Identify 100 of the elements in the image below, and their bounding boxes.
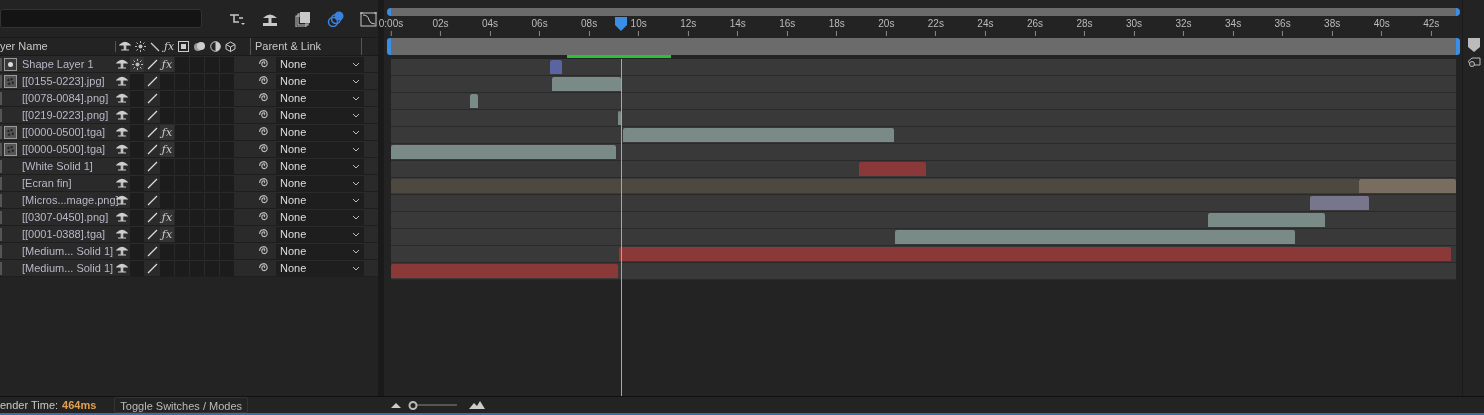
layer-name[interactable]: [[0078-0084].png] <box>17 89 115 107</box>
quality-slash-icon <box>146 92 158 104</box>
parent-dropdown[interactable]: None <box>276 141 364 157</box>
toggle-modes-button[interactable]: Toggle Switches / Modes <box>114 397 249 413</box>
layer-name[interactable]: Shape Layer 1 <box>17 55 115 73</box>
spiral-icon <box>258 160 270 172</box>
playhead-handle-icon[interactable] <box>614 17 627 31</box>
chevron-down-icon <box>352 214 360 220</box>
time-label: 24s <box>977 17 994 31</box>
time-label: 32s <box>1175 17 1192 31</box>
switch-cell[interactable] <box>175 56 189 72</box>
zoom-in-icon[interactable] <box>469 401 486 409</box>
quality-slash-icon <box>146 160 158 172</box>
quality-slash-icon <box>146 143 158 155</box>
time-label: 16s <box>779 17 796 31</box>
toolbar-button[interactable] <box>359 9 378 28</box>
layer-name[interactable]: [[0000-0500].tga] <box>17 123 115 141</box>
shy-icon <box>116 58 128 70</box>
fx-switch[interactable]: ƒx <box>160 56 174 72</box>
parent-dropdown[interactable]: None <box>276 124 364 140</box>
fx-switch[interactable]: ƒx <box>160 209 174 225</box>
flowchart-icon <box>229 11 246 26</box>
quality-slash-icon <box>146 228 158 240</box>
fx-switch[interactable]: ƒx <box>160 124 174 140</box>
layer-name[interactable]: [[0000-0500].tga] <box>17 140 115 158</box>
film-frames-icon <box>295 10 311 27</box>
slider-thumb[interactable] <box>408 400 418 410</box>
layer-duration-bar[interactable] <box>617 111 622 125</box>
sun-icon <box>131 58 143 70</box>
time-label: 04s <box>482 17 499 31</box>
blur-icon <box>193 41 207 52</box>
spiral-icon <box>258 211 270 223</box>
quality-slash-icon <box>146 75 158 87</box>
quality-slash-icon <box>146 245 158 257</box>
parent-link-header: Parent & Link <box>250 38 362 55</box>
parent-dropdown[interactable]: None <box>276 175 364 191</box>
layer-name[interactable]: [[0001-0388].tga] <box>17 225 115 243</box>
layer-name[interactable]: [Medium... Solid 1] <box>17 242 115 260</box>
fx-switch[interactable]: ƒx <box>160 141 174 157</box>
sun-icon <box>135 41 146 52</box>
quality-slash-icon <box>146 109 158 121</box>
shy-icon <box>116 109 128 121</box>
chevron-down-icon <box>352 231 360 237</box>
collapse-switch[interactable] <box>130 56 144 72</box>
spiral-icon <box>258 245 270 257</box>
spiral-icon <box>258 262 270 274</box>
adjustment-icon <box>210 41 222 52</box>
layer-name[interactable]: [White Solid 1] <box>17 157 115 175</box>
layer-name[interactable]: [[0219-0223].png] <box>17 106 115 124</box>
zoom-slider[interactable] <box>409 400 458 410</box>
layer-duration-bar[interactable] <box>549 60 562 74</box>
fx-switch[interactable]: ƒx <box>160 226 174 242</box>
chevron-down-icon <box>352 180 360 186</box>
zoom-out-icon[interactable] <box>391 402 402 408</box>
parent-dropdown[interactable]: None <box>276 56 364 72</box>
layer-name-header: yer Name <box>0 39 49 55</box>
parent-dropdown[interactable]: None <box>276 209 364 225</box>
parent-dropdown[interactable]: None <box>276 158 364 174</box>
layer-name[interactable]: [[0307-0450].png] <box>17 208 115 226</box>
time-label: 14s <box>729 17 746 31</box>
time-label: 02s <box>432 17 449 31</box>
parent-dropdown[interactable]: None <box>276 107 364 123</box>
chevron-down-icon <box>352 112 360 118</box>
shy-icon <box>119 41 131 52</box>
search-field[interactable] <box>0 9 203 28</box>
chevron-down-icon <box>352 248 360 254</box>
shy-icon <box>116 245 128 257</box>
toolbar-button[interactable] <box>326 9 346 28</box>
time-label: 12s <box>680 17 697 31</box>
toolbar-button[interactable] <box>293 9 313 28</box>
quality-slash-icon <box>146 126 158 138</box>
marker-icon[interactable] <box>1467 38 1480 52</box>
quality-slash-icon <box>146 58 158 70</box>
quality-icon <box>150 41 160 52</box>
parent-dropdown[interactable]: None <box>276 90 364 106</box>
parent-dropdown[interactable]: None <box>276 73 364 89</box>
fx-header: ƒx <box>164 41 175 52</box>
parent-dropdown[interactable]: None <box>276 192 364 208</box>
quality-slash-icon <box>146 177 158 189</box>
spiral-icon <box>258 109 270 121</box>
time-label: 36s <box>1274 17 1291 31</box>
layer-name[interactable]: [Medium... Solid 1] <box>17 259 115 277</box>
time-label: 10s <box>630 17 647 31</box>
parent-dropdown[interactable]: None <box>276 243 364 259</box>
parent-dropdown[interactable]: None <box>276 260 364 276</box>
keyframe-tag-icon[interactable] <box>1466 56 1481 68</box>
work-area-bar[interactable] <box>387 38 1460 55</box>
time-label: 26s <box>1026 17 1043 31</box>
film-icon <box>178 41 190 52</box>
time-label: 06s <box>531 17 548 31</box>
shy-icon <box>116 92 128 104</box>
chevron-down-icon <box>352 61 360 67</box>
time-label: 22s <box>927 17 944 31</box>
parent-dropdown[interactable]: None <box>276 226 364 242</box>
time-label: 40s <box>1373 17 1390 31</box>
layer-name[interactable]: [[0155-0223].jpg] <box>17 72 115 90</box>
layer-duration-bar[interactable] <box>1309 196 1370 210</box>
time-label: 0:00s <box>378 17 404 31</box>
layer-name[interactable]: [Ecran fin] <box>17 174 115 192</box>
time-label: 08s <box>581 17 598 31</box>
